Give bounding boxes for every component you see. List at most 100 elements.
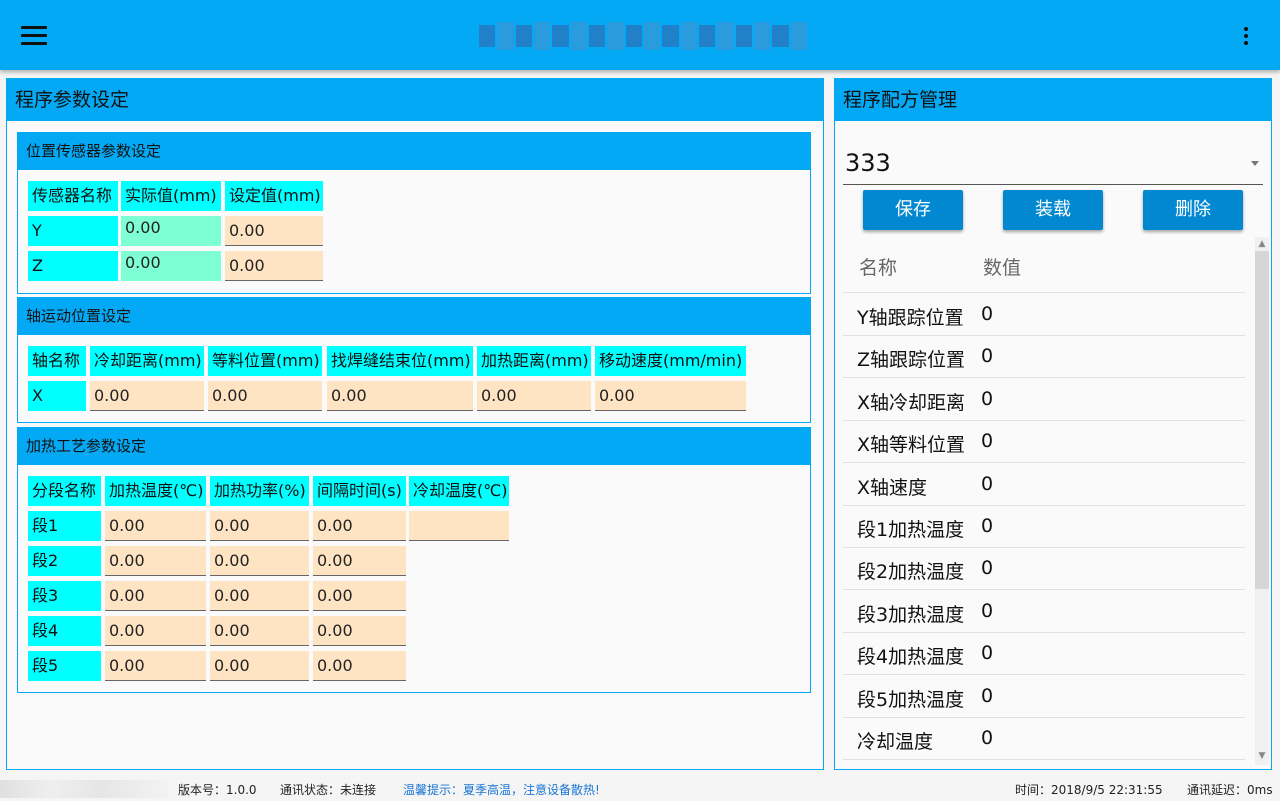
- version-text: 版本号：1.0.0: [178, 783, 257, 797]
- list-item[interactable]: 段4加热温度 0: [843, 633, 1245, 675]
- header-cell: 加热温度(℃): [105, 476, 206, 506]
- seam-end-position-input[interactable]: 0.00: [327, 381, 473, 411]
- scroll-up-arrow-icon[interactable]: ▲: [1258, 239, 1266, 249]
- header-cell: 加热功率(%): [210, 476, 309, 506]
- item-value: 0: [981, 642, 994, 664]
- list-item[interactable]: 段5加热温度 0: [843, 676, 1245, 718]
- heating-power-input[interactable]: 0.00: [210, 511, 309, 541]
- recipe-selected-value: 333: [845, 149, 891, 177]
- interval-time-input[interactable]: 0.00: [313, 581, 406, 611]
- list-item[interactable]: X轴等料位置 0: [843, 421, 1245, 463]
- heating-power-input[interactable]: 0.00: [210, 581, 309, 611]
- status-bar: 版本号：1.0.0 通讯状态：未连接 温馨提示：夏季高温，注意设备散热! 时间：…: [0, 778, 1280, 800]
- tip-text: 温馨提示：夏季高温，注意设备散热!: [403, 783, 600, 797]
- row-label: Y: [28, 216, 118, 246]
- list-item[interactable]: X轴冷却距离 0: [843, 379, 1245, 421]
- heating-power-input[interactable]: 0.00: [210, 616, 309, 646]
- header-cell: 传感器名称: [28, 181, 118, 211]
- row-label: Z: [28, 251, 118, 281]
- save-button[interactable]: 保存: [863, 190, 963, 230]
- header-cell: 设定值(mm): [225, 181, 323, 211]
- item-value: 0: [981, 388, 994, 410]
- interval-time-input[interactable]: 0.00: [313, 511, 406, 541]
- header-cell: 移动速度(mm/min): [595, 346, 746, 376]
- interval-time-input[interactable]: 0.00: [313, 651, 406, 681]
- scroll-down-arrow-icon[interactable]: ▼: [1258, 751, 1266, 761]
- item-value: 0: [981, 557, 994, 579]
- row-label: 段1: [28, 511, 101, 541]
- list-header: 名称 数值: [843, 237, 1245, 293]
- heating-power-input[interactable]: 0.00: [210, 651, 309, 681]
- section-title: 加热工艺参数设定: [18, 428, 810, 465]
- more-vertical-icon[interactable]: [1238, 26, 1254, 46]
- item-name: X轴冷却距离: [857, 392, 966, 414]
- header-cell: 冷却距离(mm): [90, 346, 204, 376]
- heating-power-input[interactable]: 0.00: [210, 546, 309, 576]
- actual-value: 0.00: [121, 251, 221, 281]
- item-value: 0: [981, 473, 994, 495]
- header-cell: 实际值(mm): [121, 181, 221, 211]
- header-cell: 等料位置(mm): [208, 346, 322, 376]
- panel-title: 程序配方管理: [835, 79, 1271, 121]
- heating-temp-input[interactable]: 0.00: [105, 651, 206, 681]
- header-cell: 加热距离(mm): [477, 346, 591, 376]
- list-item[interactable]: Y轴跟踪位置 0: [843, 294, 1245, 336]
- hamburger-menu-icon[interactable]: [18, 24, 50, 46]
- heating-section: 加热工艺参数设定 分段名称 加热温度(℃) 加热功率(%) 间隔时间(s) 冷却…: [17, 427, 811, 693]
- comm-status-text: 通讯状态：未连接: [280, 783, 377, 797]
- set-value-input[interactable]: 0.00: [225, 216, 323, 246]
- item-name: Z轴跟踪位置: [857, 349, 966, 371]
- panel-title: 程序参数设定: [7, 79, 823, 121]
- item-value: 0: [981, 345, 994, 367]
- heating-temp-input[interactable]: 0.00: [105, 616, 206, 646]
- item-name: 段1加热温度: [857, 519, 965, 541]
- waiting-position-input[interactable]: 0.00: [208, 381, 322, 411]
- list-item[interactable]: X轴速度 0: [843, 464, 1245, 506]
- cooling-distance-input[interactable]: 0.00: [90, 381, 204, 411]
- section-title: 轴运动位置设定: [18, 298, 810, 335]
- item-value: 0: [981, 685, 994, 707]
- cooling-temp-input[interactable]: [409, 511, 509, 541]
- interval-time-input[interactable]: 0.00: [313, 546, 406, 576]
- name-column-header: 名称: [859, 257, 898, 279]
- header-cell: 分段名称: [28, 476, 101, 506]
- comm-delay-text: 通讯延迟：0ms: [1187, 783, 1273, 797]
- item-value: 0: [981, 303, 994, 325]
- interval-time-input[interactable]: 0.00: [313, 616, 406, 646]
- time-text: 时间：2018/9/5 22:31:55: [1015, 783, 1163, 797]
- item-name: 段5加热温度: [857, 689, 965, 711]
- list-item[interactable]: 冷却温度 0: [843, 718, 1245, 760]
- recipe-select[interactable]: 333: [843, 141, 1263, 185]
- row-label: 段5: [28, 651, 101, 681]
- list-item[interactable]: 段3加热温度 0: [843, 591, 1245, 633]
- dropdown-arrow-icon: [1251, 161, 1259, 166]
- item-name: 冷却温度: [857, 731, 934, 753]
- list-item[interactable]: 段1加热温度 0: [843, 506, 1245, 548]
- delete-button[interactable]: 删除: [1143, 190, 1243, 230]
- load-button[interactable]: 装载: [1003, 190, 1103, 230]
- item-name: X轴速度: [857, 477, 928, 499]
- header-cell: 冷却温度(℃): [409, 476, 509, 506]
- heating-temp-input[interactable]: 0.00: [105, 511, 206, 541]
- recipe-values-list: 名称 数值 Y轴跟踪位置 0 Z轴跟踪位置 0 X轴冷却距离 0 X轴等料位置 0 X轴…: [843, 237, 1269, 765]
- item-value: 0: [981, 515, 994, 537]
- item-value: 0: [981, 727, 994, 749]
- header-cell: 间隔时间(s): [313, 476, 406, 506]
- axis-section: 轴运动位置设定 轴名称 冷却距离(mm) 等料位置(mm) 找焊缝结束位(mm)…: [17, 297, 811, 423]
- app-bar: [0, 0, 1280, 70]
- list-item[interactable]: 段2加热温度 0: [843, 548, 1245, 590]
- heating-temp-input[interactable]: 0.00: [105, 546, 206, 576]
- list-scrollbar[interactable]: ▲ ▼: [1255, 237, 1269, 765]
- heating-temp-input[interactable]: 0.00: [105, 581, 206, 611]
- item-name: 段2加热温度: [857, 561, 965, 583]
- list-item[interactable]: Z轴跟踪位置 0: [843, 336, 1245, 378]
- item-value: 0: [981, 600, 994, 622]
- header-cell: 轴名称: [28, 346, 86, 376]
- row-label: 段4: [28, 616, 101, 646]
- heating-distance-input[interactable]: 0.00: [477, 381, 591, 411]
- set-value-input[interactable]: 0.00: [225, 251, 323, 281]
- scrollbar-thumb[interactable]: [1255, 251, 1269, 589]
- item-value: 0: [981, 430, 994, 452]
- item-name: 段4加热温度: [857, 646, 965, 668]
- move-speed-input[interactable]: 0.00: [595, 381, 746, 411]
